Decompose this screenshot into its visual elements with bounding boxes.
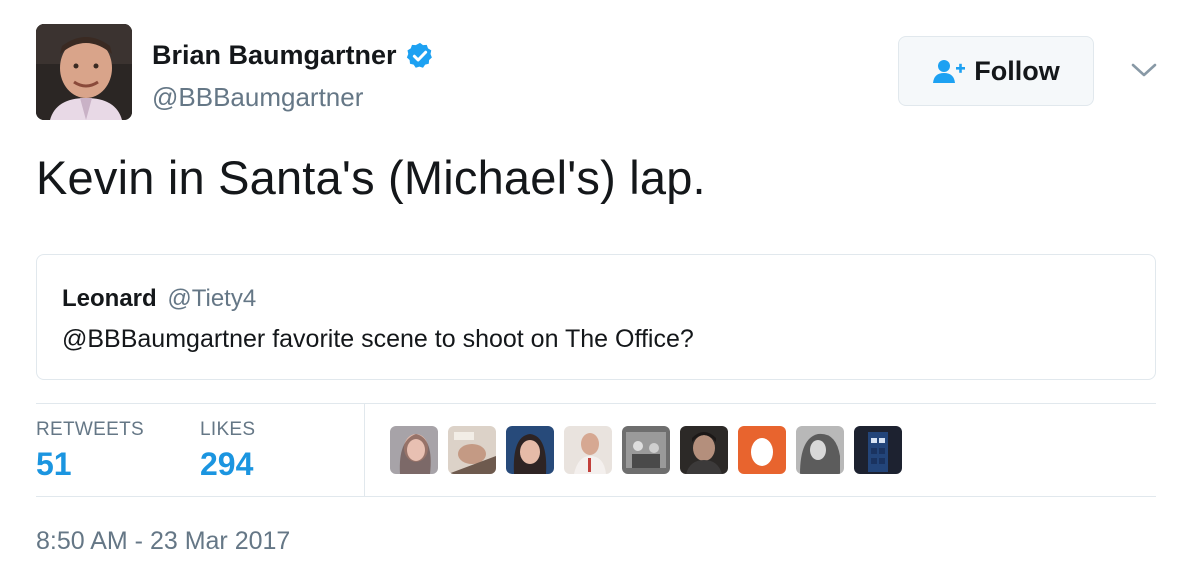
liker-avatar-4-icon [564, 426, 612, 474]
author-name[interactable]: Brian Baumgartner [152, 40, 435, 71]
liker-avatar[interactable] [506, 426, 554, 474]
tweet-text: Kevin in Santa's (Michael's) lap. [36, 151, 706, 204]
chevron-down-icon[interactable] [1130, 60, 1158, 80]
quoted-tweet-header: Leonard @Tiety4 [62, 285, 256, 313]
stats-bottom-divider [36, 496, 1156, 497]
liker-avatar-5-icon [622, 426, 670, 474]
quoted-tweet-text: @BBBaumgartner favorite scene to shoot o… [62, 325, 694, 353]
liker-avatar-1-icon [390, 426, 438, 474]
follow-button-label: Follow [974, 55, 1060, 86]
liker-avatar[interactable] [448, 426, 496, 474]
liker-avatar[interactable] [854, 426, 902, 474]
stats-vertical-divider [364, 404, 365, 496]
quoted-tweet-author-name: Leonard [62, 285, 157, 312]
liker-avatar[interactable] [796, 426, 844, 474]
author-avatar[interactable] [36, 24, 132, 120]
retweets-count[interactable]: 51 [36, 446, 72, 483]
quoted-tweet-author-handle: @Tiety4 [167, 285, 257, 312]
liker-avatar-2-icon [448, 426, 496, 474]
follow-button[interactable]: Follow [898, 36, 1094, 106]
stats-top-divider [36, 403, 1156, 404]
liker-avatar[interactable] [564, 426, 612, 474]
liker-avatar[interactable] [622, 426, 670, 474]
quoted-tweet[interactable]: Leonard @Tiety4 @BBBaumgartner favorite … [36, 254, 1156, 380]
author-handle[interactable]: @BBBaumgartner [152, 82, 363, 113]
liker-avatar-9-icon [854, 426, 902, 474]
follow-person-plus-icon [933, 60, 966, 83]
liker-avatar-egg-7-icon [738, 426, 786, 474]
verified-badge-icon [406, 42, 432, 68]
author-photo-icon [36, 24, 132, 120]
liker-avatar[interactable] [390, 426, 438, 474]
liker-avatar[interactable] [738, 426, 786, 474]
author-name-text: Brian Baumgartner [152, 40, 397, 70]
tweet-timestamp[interactable]: 8:50 AM - 23 Mar 2017 [36, 527, 290, 556]
retweets-label: RETWEETS [36, 419, 144, 440]
liker-avatar[interactable] [680, 426, 728, 474]
liker-avatar-6-icon [680, 426, 728, 474]
likes-label: LIKES [200, 419, 256, 440]
liker-avatar-3-icon [506, 426, 554, 474]
liker-avatar-8-icon [796, 426, 844, 474]
likes-count[interactable]: 294 [200, 446, 253, 483]
